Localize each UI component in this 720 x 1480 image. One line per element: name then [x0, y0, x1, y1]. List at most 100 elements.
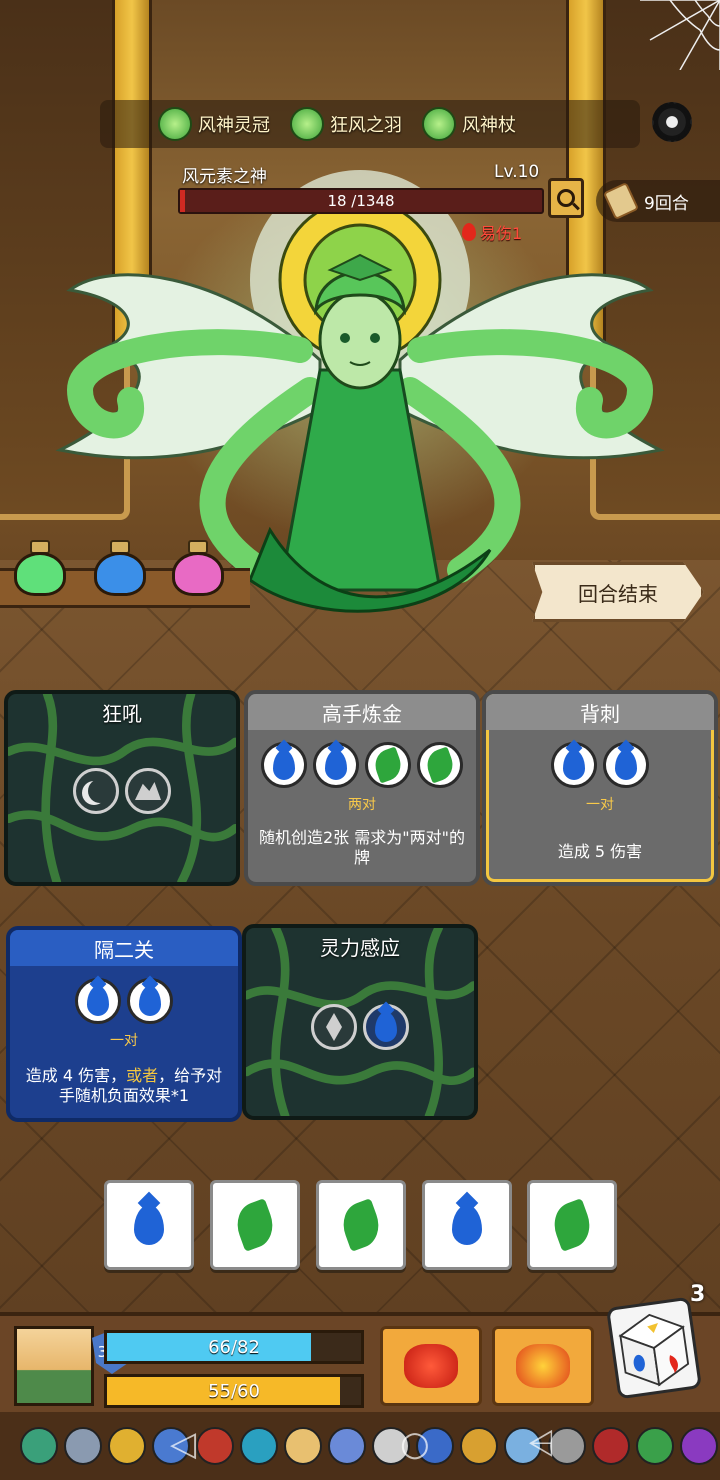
- nav-home-icon[interactable]: ○: [400, 1424, 430, 1464]
- slot-wind: [417, 742, 463, 788]
- end-turn-button[interactable]: 回合结束: [532, 562, 704, 622]
- settings-gear-icon[interactable]: [652, 102, 692, 142]
- water-drop-icon: [139, 986, 161, 1016]
- water-drop-icon: [325, 750, 347, 780]
- owned-relics-strip: [0, 1412, 720, 1480]
- nav-menu-icon[interactable]: ⩤: [528, 1424, 555, 1464]
- water-drop-icon: [563, 750, 585, 780]
- staff-icon: [422, 107, 456, 141]
- card-title: 狂吼: [102, 701, 142, 726]
- crown-icon: [158, 107, 192, 141]
- wind-leaf-icon: [230, 1198, 280, 1252]
- dice-slots: [10, 978, 238, 1024]
- pair-requirement: 一对: [110, 1033, 138, 1049]
- die-face[interactable]: [316, 1180, 406, 1270]
- boss-status-vulnerable[interactable]: 易伤1: [462, 220, 522, 244]
- blood-drop-icon: [462, 223, 476, 241]
- card-roar[interactable]: 狂吼: [4, 690, 240, 886]
- slot-rock: [125, 768, 171, 814]
- die-face[interactable]: [104, 1180, 194, 1270]
- relic-crown-icon[interactable]: [108, 1427, 146, 1465]
- relic-sword-icon[interactable]: [460, 1427, 498, 1465]
- card-double-barrier[interactable]: 隔二关 一对 造成 4 伤害，或者，给予对手随机负面效果*1: [6, 926, 242, 1122]
- inspect-button[interactable]: [548, 178, 584, 218]
- desc-part: 造成 4 伤害，: [25, 1066, 127, 1085]
- wind-leaf-icon: [422, 746, 458, 784]
- slot-water: [603, 742, 649, 788]
- water-drop-icon: [375, 1012, 397, 1042]
- player-avatar[interactable]: [14, 1326, 94, 1406]
- relic-mask-icon[interactable]: [20, 1427, 58, 1465]
- boss-hp-bar: 18 /1348: [178, 188, 544, 214]
- slot-moon: [73, 768, 119, 814]
- slot-water: [551, 742, 597, 788]
- dice-icon: [618, 1313, 690, 1387]
- slot-wind: [365, 742, 411, 788]
- fire-splash-icon: [516, 1344, 570, 1388]
- skill-fist-button[interactable]: [380, 1326, 482, 1406]
- relic-wind-staff[interactable]: 风神杖: [422, 107, 516, 141]
- relic-emerald-icon[interactable]: [636, 1427, 674, 1465]
- round-label: 9回合: [644, 193, 689, 214]
- potion-pink[interactable]: [170, 540, 226, 600]
- status-label: 易伤1: [480, 224, 523, 243]
- card-title: 高手炼金: [248, 694, 476, 730]
- card-description: 随机创造2张 需求为"两对"的牌: [259, 828, 465, 867]
- round-counter: 9回合: [596, 180, 720, 222]
- moon-icon: [88, 779, 112, 803]
- nav-back-icon[interactable]: ◁: [170, 1424, 196, 1464]
- pair-requirement: 两对: [348, 797, 376, 813]
- die-face[interactable]: [422, 1180, 512, 1270]
- relic-ring-icon[interactable]: [284, 1427, 322, 1465]
- slot-water: [261, 742, 307, 788]
- relic-cauldron-icon[interactable]: [680, 1427, 718, 1465]
- slot-water: [363, 1004, 409, 1050]
- pair-requirement: 一对: [586, 797, 614, 813]
- player-energy-bar: 55/60: [104, 1374, 364, 1408]
- wind-leaf-icon: [547, 1198, 597, 1252]
- card-master-alchemy[interactable]: 高手炼金 两对 随机创造2张 需求为"两对"的牌: [244, 690, 480, 886]
- potion-blue[interactable]: [92, 540, 148, 600]
- relic-gale-feather[interactable]: 狂风之羽: [290, 107, 402, 141]
- skill-splash-button[interactable]: [492, 1326, 594, 1406]
- relic-book-icon[interactable]: [592, 1427, 630, 1465]
- water-drop-icon: [615, 750, 637, 780]
- boss-level: Lv.10: [494, 162, 540, 182]
- dice-slots: [8, 768, 236, 814]
- energy-text: 55/60: [208, 1380, 260, 1402]
- desc-highlight: 或者: [126, 1066, 159, 1085]
- wind-leaf-icon: [336, 1198, 386, 1252]
- slot-crystal: [311, 1004, 357, 1050]
- crystal-icon: [326, 1013, 342, 1041]
- relic-skull-icon[interactable]: [240, 1427, 278, 1465]
- relic-wind-crown[interactable]: 风神灵冠: [158, 107, 270, 141]
- card-spirit-sense[interactable]: 灵力感应: [242, 924, 478, 1120]
- die-face[interactable]: [527, 1180, 617, 1270]
- hp-text: 66/82: [208, 1336, 260, 1358]
- relic-wolf-icon[interactable]: [64, 1427, 102, 1465]
- relic-hat-icon[interactable]: [328, 1427, 366, 1465]
- water-drop-icon: [134, 1205, 164, 1245]
- player-hp-bar: 66/82: [104, 1330, 364, 1364]
- boss-relic-bar: 风神灵冠 狂风之羽 风神杖: [100, 100, 640, 148]
- card-title: 灵力感应: [320, 935, 400, 960]
- feather-icon: [290, 107, 324, 141]
- relic-gem-icon[interactable]: [196, 1427, 234, 1465]
- card-backstab[interactable]: 背刺 一对 造成 5 伤害: [482, 690, 718, 886]
- die-face[interactable]: [210, 1180, 300, 1270]
- card-description: 造成 5 伤害: [557, 842, 643, 861]
- dice-count: 3: [690, 1282, 706, 1307]
- wind-leaf-icon: [370, 746, 406, 784]
- water-drop-icon: [273, 750, 295, 780]
- dice-slots: [248, 742, 476, 788]
- water-drop-icon: [87, 986, 109, 1016]
- slot-water: [313, 742, 359, 788]
- potion-flask-icon: [94, 552, 146, 596]
- boss-hp-text: 18 /1348: [327, 192, 395, 210]
- potion-flask-icon: [172, 552, 224, 596]
- reroll-dice-button[interactable]: [606, 1296, 702, 1400]
- potion-green[interactable]: [12, 540, 68, 600]
- card-title: 背刺: [486, 694, 714, 730]
- spider-web-icon: [640, 0, 720, 70]
- dice-slots: [486, 742, 714, 788]
